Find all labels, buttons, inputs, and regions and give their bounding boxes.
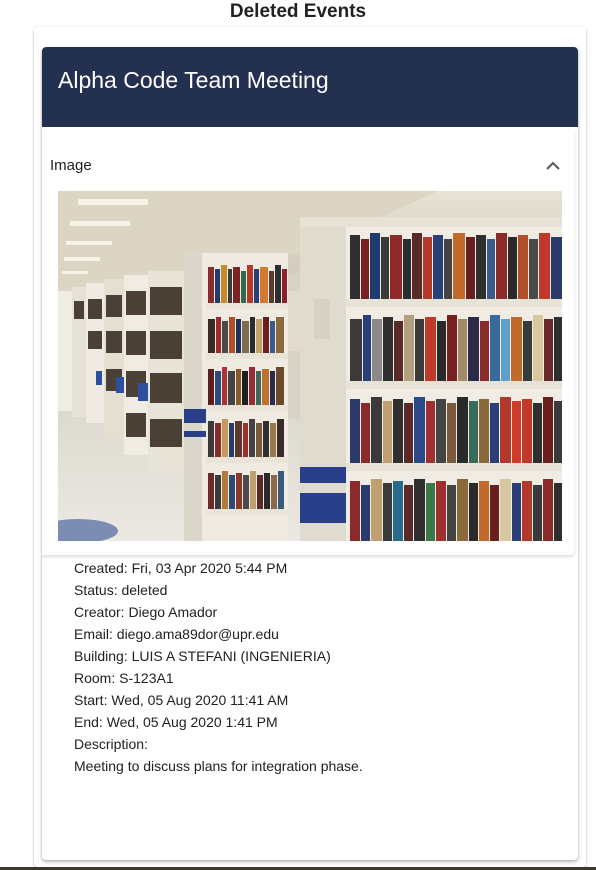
start-text: Start: Wed, 05 Aug 2020 11:41 AM (74, 692, 289, 708)
building-text: Building: LUIS A STEFANI (INGENIERIA) (74, 648, 331, 664)
image-panel-label: Image (50, 157, 92, 174)
description-text: Meeting to discuss plans for integration… (74, 758, 363, 774)
room-text: Room: S-123A1 (74, 670, 174, 686)
creator-text: Creator: Diego Amador (74, 604, 218, 620)
event-header: Alpha Code Team Meeting (42, 47, 578, 127)
end-text: End: Wed, 05 Aug 2020 1:41 PM (74, 714, 278, 730)
email-text: Email: diego.ama89dor@upr.edu (74, 626, 279, 642)
library-bookshelves-image (58, 191, 562, 541)
page-title: Deleted Events (229, 1, 367, 22)
created-text: Created: Fri, 03 Apr 2020 5:44 PM (74, 560, 288, 576)
event-details: Created: Fri, 03 Apr 2020 5:44 PM Status… (74, 557, 554, 777)
description-label: Description: (74, 736, 148, 752)
event-card: Alpha Code Team Meeting Image Created: F… (42, 47, 578, 860)
event-image (58, 191, 562, 541)
chevron-up-icon[interactable] (544, 157, 562, 175)
status-text: Status: deleted (74, 582, 168, 598)
image-expansion-panel: Image (42, 127, 574, 555)
event-title: Alpha Code Team Meeting (58, 67, 329, 93)
